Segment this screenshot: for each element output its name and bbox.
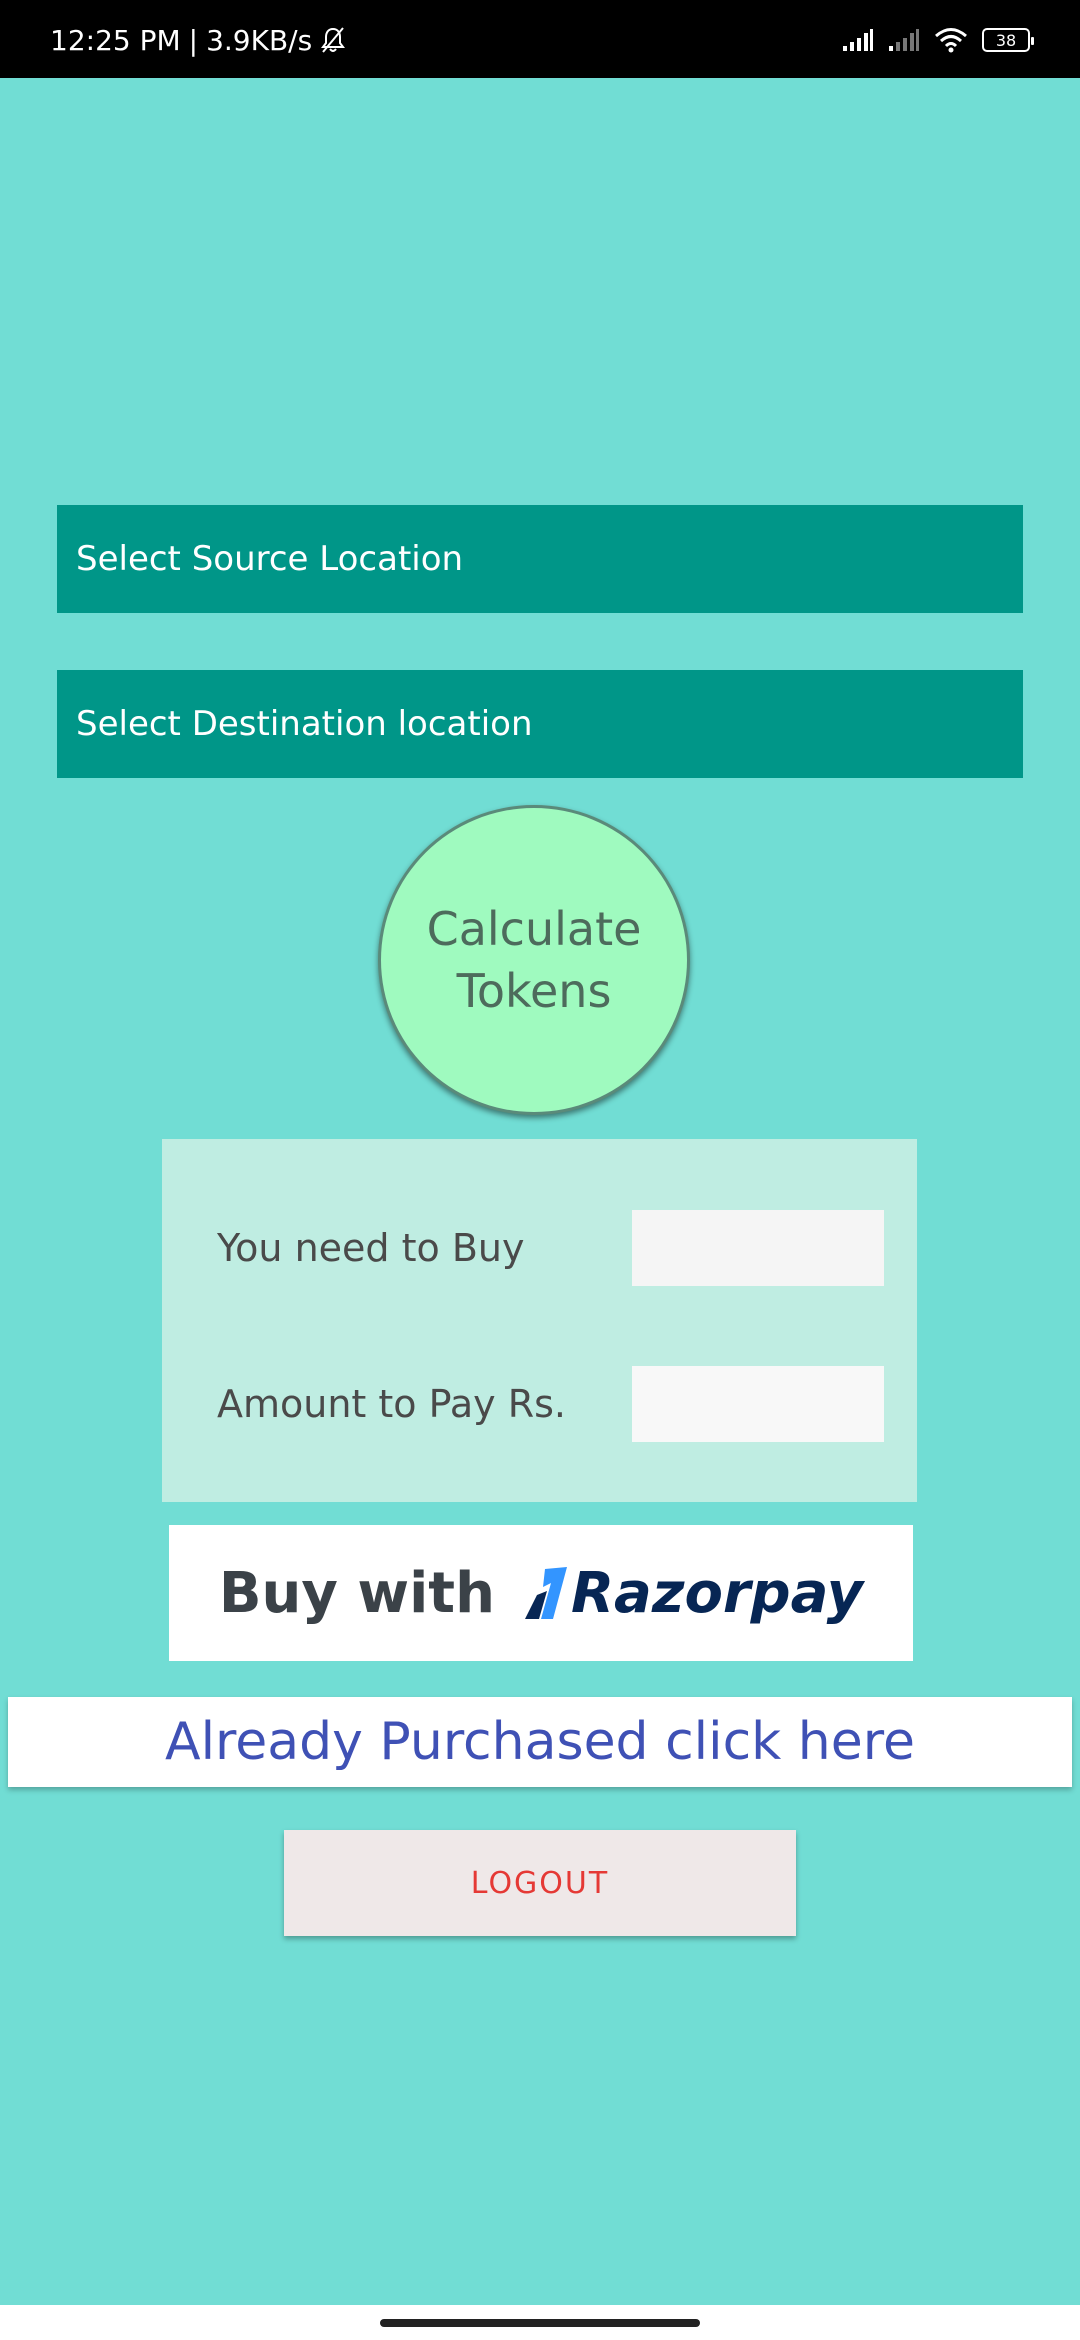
navigation-bar: [0, 2305, 1080, 2340]
result-card: You need to Buy Amount to Pay Rs.: [162, 1139, 917, 1502]
source-location-label: Select Source Location: [76, 539, 464, 579]
status-right: 38: [842, 20, 1034, 60]
already-purchased-button[interactable]: Already Purchased click here: [8, 1697, 1072, 1787]
razorpay-brand: Razorpay: [523, 1561, 863, 1626]
destination-location-select[interactable]: Select Destination location: [57, 670, 1023, 778]
calculate-label-line1: Calculate: [426, 902, 642, 956]
battery-icon: 38: [982, 28, 1034, 52]
already-purchased-label: Already Purchased click here: [165, 1712, 915, 1772]
status-network-speed: 3.9KB/s: [206, 23, 313, 57]
signal-icon: [889, 29, 919, 51]
logout-button[interactable]: LOGOUT: [284, 1830, 796, 1936]
destination-location-label: Select Destination location: [76, 704, 533, 744]
wifi-icon: [935, 28, 967, 53]
razorpay-logo-icon: [524, 1567, 567, 1619]
bell-off-icon: [321, 27, 346, 53]
amount-to-pay-field[interactable]: [632, 1366, 884, 1442]
status-left: 12:25 PM | 3.9KB/s: [50, 20, 346, 60]
battery-level: 38: [995, 30, 1017, 50]
logout-label: LOGOUT: [470, 1865, 610, 1901]
calculate-tokens-button[interactable]: Calculate Tokens: [378, 805, 690, 1115]
status-bar: 12:25 PM | 3.9KB/s 38: [0, 0, 1080, 78]
source-location-select[interactable]: Select Source Location: [57, 505, 1023, 613]
razorpay-buy-text: Buy with: [218, 1560, 495, 1626]
amount-to-pay-label: Amount to Pay Rs.: [217, 1382, 566, 1426]
home-indicator[interactable]: [380, 2319, 700, 2327]
tokens-needed-label: You need to Buy: [217, 1226, 525, 1270]
calculate-label-line2: Tokens: [456, 964, 612, 1018]
razorpay-buy-button[interactable]: Buy with Razorpay: [169, 1525, 913, 1661]
tokens-needed-field[interactable]: [632, 1210, 884, 1286]
status-separator: |: [188, 23, 199, 57]
status-time: 12:25 PM: [50, 23, 181, 57]
razorpay-brand-name: Razorpay: [570, 1560, 864, 1626]
signal-icon: [843, 29, 873, 51]
